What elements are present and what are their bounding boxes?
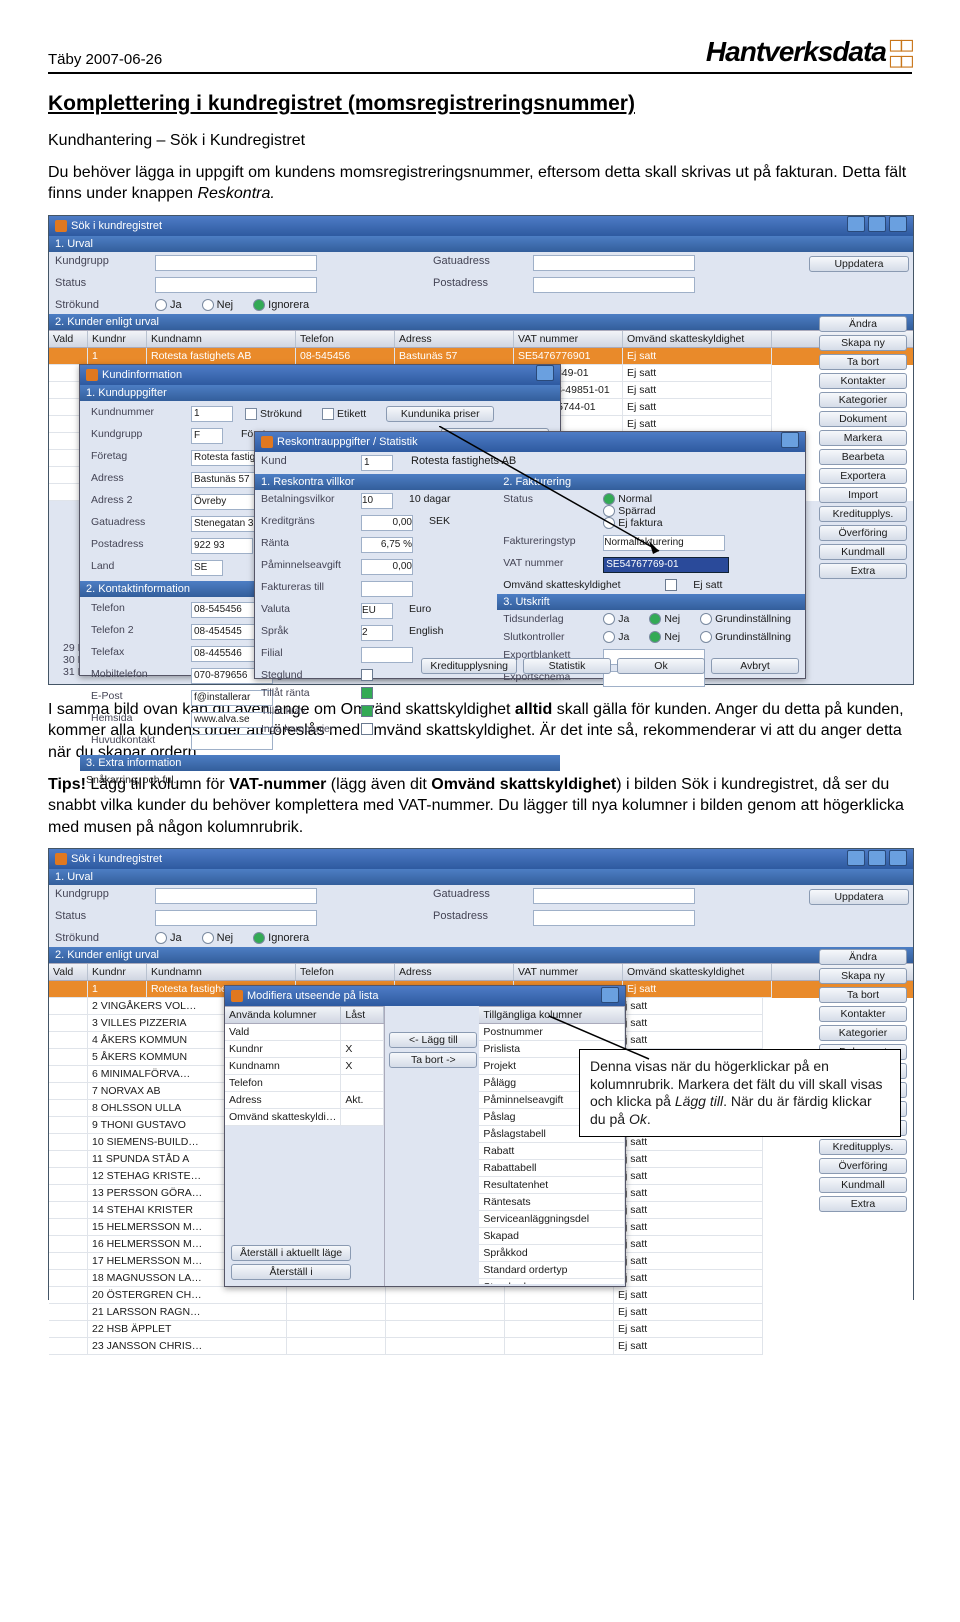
-ndra-button[interactable]: Ändra	[819, 949, 907, 965]
extra-button[interactable]: Extra	[819, 563, 907, 579]
bearbeta-button[interactable]: Bearbeta	[819, 449, 907, 465]
grid-row-selected[interactable]: 1Rotesta fastighets AB08-545456Bastunäs …	[49, 348, 913, 365]
dokument-button[interactable]: Dokument	[819, 411, 907, 427]
ta-bort-button[interactable]: Ta bort	[819, 354, 907, 370]
window-titlebar: Sök i kundregistret	[49, 216, 913, 236]
kontakter-button[interactable]: Kontakter	[819, 1006, 907, 1022]
kreditupplys--button[interactable]: Kreditupplys.	[819, 1139, 907, 1155]
postadress-input[interactable]	[533, 277, 695, 293]
status-input[interactable]	[155, 277, 317, 293]
ta-bort-button[interactable]: Ta bort ->	[389, 1052, 477, 1068]
grid-row[interactable]: 23 JANSSON CHRIS…Ej satt	[49, 1338, 913, 1355]
uppdatera-button[interactable]: Uppdatera	[809, 256, 909, 272]
-ndra-button[interactable]: Ändra	[819, 316, 907, 332]
page-header: Täby 2007-06-26 Hantverksdata□□□□	[48, 36, 912, 74]
grid-row[interactable]: 21 LARSSON RAGN…Ej satt	[49, 1304, 913, 1321]
kreditupplys--button[interactable]: Kreditupplys.	[819, 506, 907, 522]
statistik-button[interactable]: Statistik	[523, 658, 611, 674]
kategorier-button[interactable]: Kategorier	[819, 1025, 907, 1041]
kategorier-button[interactable]: Kategorier	[819, 392, 907, 408]
section-kunder: 2. Kunder enligt urval	[49, 314, 913, 330]
doc-date: Täby 2007-06-26	[48, 51, 162, 68]
screenshot-2: Sök i kundregistret 1. Urval Kundgrupp S…	[48, 848, 914, 1300]
exportera-button[interactable]: Exportera	[819, 468, 907, 484]
radio-nej[interactable]: Nej	[202, 299, 234, 311]
radio-ignorera[interactable]: Ignorera	[253, 299, 309, 311]
kreditupplysning-button[interactable]: Kreditupplysning	[421, 658, 517, 674]
intro-paragraph: Du behöver lägga in uppgift om kundens m…	[48, 162, 912, 205]
page-title: Komplettering i kundregistret (momsregis…	[48, 92, 912, 116]
breadcrumb: Kundhantering – Sök i Kundregistret	[48, 130, 912, 152]
grid-header[interactable]: Vald Kundnr Kundnamn Telefon Adress VAT …	[49, 330, 913, 348]
-verf-ring-button[interactable]: Överföring	[819, 525, 907, 541]
screenshot-1: Sök i kundregistret 1. Urval Kundgrupp S…	[48, 215, 914, 685]
avbryt-button[interactable]: Avbryt	[711, 658, 799, 674]
callout-box: Denna visas när du högerklickar på en ko…	[579, 1049, 901, 1137]
brand-logo: Hantverksdata□□□□	[706, 36, 912, 68]
radio-ja[interactable]: Ja	[155, 299, 182, 311]
section-urval: 1. Urval	[49, 236, 913, 252]
kundunika-button[interactable]: Kundunika priser	[386, 406, 494, 422]
kundmall-button[interactable]: Kundmall	[819, 544, 907, 560]
skapa-ny-button[interactable]: Skapa ny	[819, 335, 907, 351]
ta-bort-button[interactable]: Ta bort	[819, 987, 907, 1003]
gatuadress-input[interactable]	[533, 255, 695, 271]
kundgrupp-input[interactable]	[155, 255, 317, 271]
-verf-ring-button[interactable]: Överföring	[819, 1158, 907, 1174]
reskontra-window: Reskontrauppgifter / Statistik Kund1Rote…	[254, 431, 806, 679]
grid-row[interactable]: 22 HSB ÄPPLETEj satt	[49, 1321, 913, 1338]
skapa-ny-button[interactable]: Skapa ny	[819, 968, 907, 984]
modify-list-window: Modifiera utseende på lista Använda kolu…	[224, 985, 626, 1287]
grid-row[interactable]: 20 ÖSTERGREN CH…Ej satt	[49, 1287, 913, 1304]
kundmall-button[interactable]: Kundmall	[819, 1177, 907, 1193]
ok-button[interactable]: Ok	[617, 658, 705, 674]
extra-button[interactable]: Extra	[819, 1196, 907, 1212]
kontakter-button[interactable]: Kontakter	[819, 373, 907, 389]
markera-button[interactable]: Markera	[819, 430, 907, 446]
import-button[interactable]: Import	[819, 487, 907, 503]
lagg-till-button[interactable]: <- Lägg till	[389, 1032, 477, 1048]
